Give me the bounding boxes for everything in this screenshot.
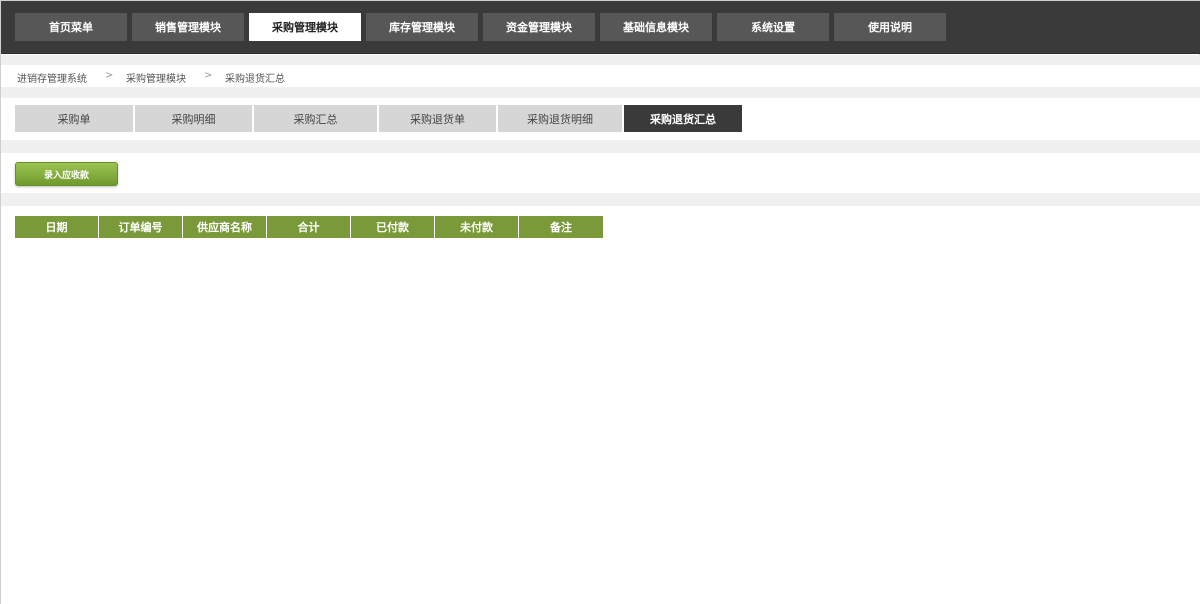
breadcrumb-separator: > [105, 70, 114, 81]
tab-purchase-return-summary[interactable]: 采购退货汇总 [624, 105, 742, 132]
nav-item-settings[interactable]: 系统设置 [717, 13, 829, 41]
column-header-supplier-name: 供应商名称 [183, 216, 267, 238]
top-navigation: 首页菜单 销售管理模块 采购管理模块 库存管理模块 资金管理模块 基础信息模块 … [1, 1, 1200, 54]
tab-purchase-summary[interactable]: 采购汇总 [254, 105, 377, 132]
nav-item-basic-info[interactable]: 基础信息模块 [600, 13, 712, 41]
column-header-order-number: 订单编号 [99, 216, 183, 238]
table-header: 日期 订单编号 供应商名称 合计 已付款 未付款 备注 [15, 216, 603, 238]
column-header-unpaid: 未付款 [435, 216, 519, 238]
breadcrumb-separator: > [204, 70, 213, 81]
breadcrumb: 进销存管理系统 > 采购管理模块 > 采购退货汇总 [1, 65, 1200, 87]
tab-purchase-order[interactable]: 采购单 [15, 105, 133, 132]
tab-purchase-return-order[interactable]: 采购退货单 [379, 105, 496, 132]
separator-band [1, 55, 1200, 65]
enter-receivable-button[interactable]: 录入应收款 [15, 162, 118, 186]
nav-item-help[interactable]: 使用说明 [834, 13, 946, 41]
breadcrumb-item-system[interactable]: 进销存管理系统 [17, 70, 87, 85]
nav-item-sales[interactable]: 销售管理模块 [132, 13, 244, 41]
content-area: 日期 订单编号 供应商名称 合计 已付款 未付款 备注 [1, 206, 1200, 604]
nav-item-inventory[interactable]: 库存管理模块 [366, 13, 478, 41]
column-header-total: 合计 [267, 216, 351, 238]
breadcrumb-item-current: 采购退货汇总 [225, 74, 285, 85]
column-header-date: 日期 [15, 216, 99, 238]
column-header-remarks: 备注 [519, 216, 603, 238]
separator-band [1, 193, 1200, 206]
separator-band [1, 87, 1200, 98]
column-header-paid: 已付款 [351, 216, 435, 238]
action-bar: 录入应收款 [1, 153, 1200, 193]
separator-band [1, 140, 1200, 153]
tab-purchase-detail[interactable]: 采购明细 [135, 105, 252, 132]
tab-purchase-return-detail[interactable]: 采购退货明细 [498, 105, 622, 132]
sub-tabs: 采购单 采购明细 采购汇总 采购退货单 采购退货明细 采购退货汇总 [1, 98, 1200, 140]
breadcrumb-item-module[interactable]: 采购管理模块 [126, 70, 186, 85]
nav-item-home[interactable]: 首页菜单 [15, 13, 127, 41]
nav-item-purchase[interactable]: 采购管理模块 [249, 13, 361, 41]
nav-item-finance[interactable]: 资金管理模块 [483, 13, 595, 41]
